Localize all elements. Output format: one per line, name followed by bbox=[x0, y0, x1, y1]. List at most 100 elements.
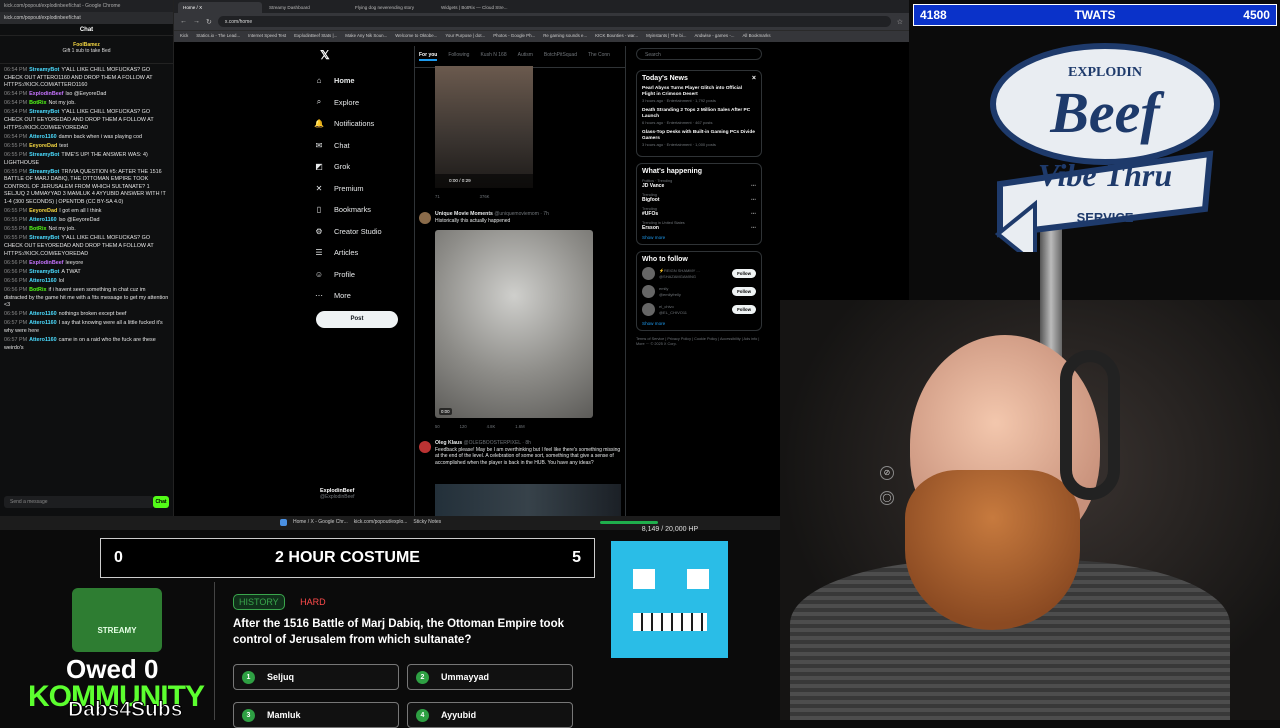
tweet2-repost-count[interactable]: 120 bbox=[460, 424, 467, 429]
bookmark-item[interactable]: Photos - Google Ph... bbox=[493, 33, 535, 40]
follow-button[interactable]: Follow bbox=[732, 287, 756, 296]
browser-tab[interactable]: Widgets | BotRix — Cloud Stre... bbox=[436, 2, 520, 13]
address-field[interactable]: x.com/home bbox=[217, 16, 891, 27]
bookmark-item[interactable]: Andwise - games -... bbox=[694, 33, 734, 40]
trend-item[interactable]: Politics · Trending JD Vance ⋯ bbox=[642, 179, 756, 189]
obs-ai-icon[interactable]: ⊘ bbox=[880, 466, 894, 480]
x-search-input[interactable]: Search bbox=[636, 48, 762, 60]
nav-item-chat[interactable]: ✉ Chat bbox=[314, 135, 404, 157]
bookmark-item[interactable]: Statics.io - The Lead... bbox=[196, 33, 240, 40]
chat-username[interactable]: Attero1160 bbox=[29, 278, 57, 284]
back-icon[interactable]: ← bbox=[180, 18, 187, 25]
bookmark-item[interactable]: Internet Speed Test bbox=[248, 33, 286, 40]
follow-button[interactable]: Follow bbox=[732, 305, 756, 314]
more-icon[interactable]: ⋯ bbox=[751, 211, 756, 217]
start-icon[interactable] bbox=[280, 518, 287, 528]
tweet2-video[interactable]: 0:00 bbox=[435, 230, 593, 418]
bookmark-item[interactable]: All Bookmarks bbox=[742, 33, 770, 40]
nav-item-explore[interactable]: ⌕ Explore bbox=[314, 92, 404, 114]
chat-username[interactable]: Attero1160 bbox=[29, 134, 57, 140]
bookmark-item[interactable]: Make Any Nik Soun... bbox=[345, 33, 387, 40]
tweet2-avatar[interactable] bbox=[419, 212, 431, 224]
chat-username[interactable]: EeyoreDad bbox=[29, 143, 57, 149]
tweet2-reply-count[interactable]: 50 bbox=[435, 424, 440, 429]
obs-chat-icon[interactable]: ◯ bbox=[880, 491, 894, 505]
bookmark-item[interactable]: KICK Bounties - war... bbox=[595, 33, 638, 40]
bookmark-item[interactable]: Myinstants | The bi... bbox=[646, 33, 686, 40]
news-item[interactable]: Death Stranding 2 Tops 2 Million Sales A… bbox=[642, 108, 756, 126]
tweet1-video[interactable] bbox=[435, 66, 533, 188]
chat-username[interactable]: Attero1160 bbox=[29, 217, 57, 223]
more-icon[interactable]: ⋯ bbox=[751, 225, 756, 231]
follow-name-block[interactable]: el_chivo @EL_CHIVO11 bbox=[659, 304, 732, 315]
feed-tab[interactable]: Following bbox=[448, 52, 469, 61]
x-footer-links[interactable]: Terms of Service | Privacy Policy | Cook… bbox=[636, 337, 762, 347]
post-button[interactable]: Post bbox=[316, 311, 398, 328]
bookmark-item[interactable]: ExplodinBeef Stats |... bbox=[294, 33, 337, 40]
avatar[interactable] bbox=[642, 303, 655, 316]
news-item[interactable]: Glass-Top Desks with Built-in Gaming PCs… bbox=[642, 130, 756, 148]
browser-tab[interactable]: Home / X bbox=[178, 2, 262, 13]
trend-item[interactable]: Trending Bigfoot ⋯ bbox=[642, 193, 756, 203]
nav-item-home[interactable]: ⌂ Home bbox=[314, 70, 404, 92]
feed-tab[interactable]: For you bbox=[419, 52, 438, 61]
nav-item-grok[interactable]: ◩ Grok bbox=[314, 156, 404, 178]
reload-icon[interactable]: ↻ bbox=[206, 18, 212, 26]
follow-name-block[interactable]: ⚡REIGN SHAMMY ... @SHAZAMGAMING bbox=[659, 268, 732, 279]
tweet2-author[interactable]: Unique Movie Moments bbox=[435, 211, 493, 217]
tweet2-handle[interactable]: @uniquemoviemom · 7h bbox=[494, 211, 549, 217]
chat-username[interactable]: Attero1160 bbox=[29, 311, 57, 317]
trend-item[interactable]: Trending #UFOs ⋯ bbox=[642, 207, 756, 217]
chat-username[interactable]: BotRix bbox=[29, 226, 46, 232]
chat-input[interactable]: Send a message bbox=[4, 496, 154, 508]
chat-username[interactable]: StreamyBot bbox=[29, 67, 59, 73]
taskbar-app-kick[interactable]: kick.com/popout/explo... bbox=[354, 519, 408, 528]
avatar[interactable] bbox=[642, 267, 655, 280]
chat-username[interactable]: StreamyBot bbox=[29, 269, 59, 275]
chat-username[interactable]: BotRix bbox=[29, 287, 46, 293]
x-logo-icon[interactable]: 𝕏 bbox=[320, 48, 404, 62]
nav-item-notifications[interactable]: 🔔 Notifications bbox=[314, 113, 404, 135]
browser-tab[interactable]: Flying dog neverending story bbox=[350, 2, 434, 13]
feed-tab[interactable]: Kush N 168 bbox=[480, 52, 506, 61]
star-icon[interactable]: ☆ bbox=[897, 18, 903, 26]
feed-tab[interactable]: BotchPitSquad bbox=[544, 52, 577, 61]
nav-item-premium[interactable]: ✕ Premium bbox=[314, 178, 404, 200]
bookmark-item[interactable]: Kick bbox=[180, 33, 188, 40]
tweet3-image[interactable] bbox=[435, 484, 621, 516]
follow-show-more[interactable]: Show more bbox=[642, 321, 756, 326]
nav-item-articles[interactable]: ☰ Articles bbox=[314, 242, 404, 264]
chat-username[interactable]: ExplodinBeef bbox=[29, 260, 63, 266]
taskbar-app-sticky-notes[interactable]: Sticky Notes bbox=[413, 519, 441, 528]
feed-tab[interactable]: Autism bbox=[518, 52, 533, 61]
close-icon[interactable]: × bbox=[752, 75, 756, 82]
chat-username[interactable]: ExplodinBeef bbox=[29, 91, 63, 97]
nav-item-more[interactable]: ⋯ More bbox=[314, 285, 404, 307]
sidebar-profile[interactable]: ExplodinBeef @ExplodinBeef bbox=[320, 488, 355, 500]
taskbar-app-chrome-x[interactable]: Home / X - Google Chr... bbox=[293, 519, 348, 528]
trends-show-more[interactable]: Show more bbox=[642, 235, 756, 240]
chat-username[interactable]: StreamyBot bbox=[29, 152, 59, 158]
follow-button[interactable]: Follow bbox=[732, 269, 756, 278]
news-item[interactable]: Pearl Abyss Turns Player Glitch into Off… bbox=[642, 86, 756, 104]
chat-username[interactable]: EeyoreDad bbox=[29, 208, 57, 214]
tweet1-views-count[interactable]: 376K bbox=[480, 194, 490, 199]
forward-icon[interactable]: → bbox=[193, 18, 200, 25]
more-icon[interactable]: ⋯ bbox=[751, 197, 756, 203]
chat-username[interactable]: BotRix bbox=[29, 100, 46, 106]
bookmark-item[interactable]: Re gaming sounds e... bbox=[543, 33, 587, 40]
nav-item-bookmarks[interactable]: ▯ Bookmarks bbox=[314, 199, 404, 221]
chat-username[interactable]: StreamyBot bbox=[29, 235, 59, 241]
tweet1-video-controls[interactable]: 0:00 / 0:29 bbox=[435, 174, 533, 188]
tweet3-avatar[interactable] bbox=[419, 441, 431, 453]
chat-send-button[interactable]: Chat bbox=[153, 496, 169, 508]
chat-username[interactable]: Attero1160 bbox=[29, 320, 57, 326]
trend-item[interactable]: Trending in United States Ersson ⋯ bbox=[642, 221, 756, 231]
tweet2-like-count[interactable]: 4.8K bbox=[487, 424, 496, 429]
tweet3-handle[interactable]: @OLEGBOOSTERPIXEL · 8h bbox=[464, 440, 531, 446]
chat-username[interactable]: StreamyBot bbox=[29, 109, 59, 115]
nav-item-profile[interactable]: ☺ Profile bbox=[314, 264, 404, 286]
follow-name-block[interactable]: emily @emilyfrelly bbox=[659, 286, 732, 297]
chat-username[interactable]: Attero1160 bbox=[29, 337, 57, 343]
bookmark-item[interactable]: Your Purpose | dot... bbox=[445, 33, 485, 40]
